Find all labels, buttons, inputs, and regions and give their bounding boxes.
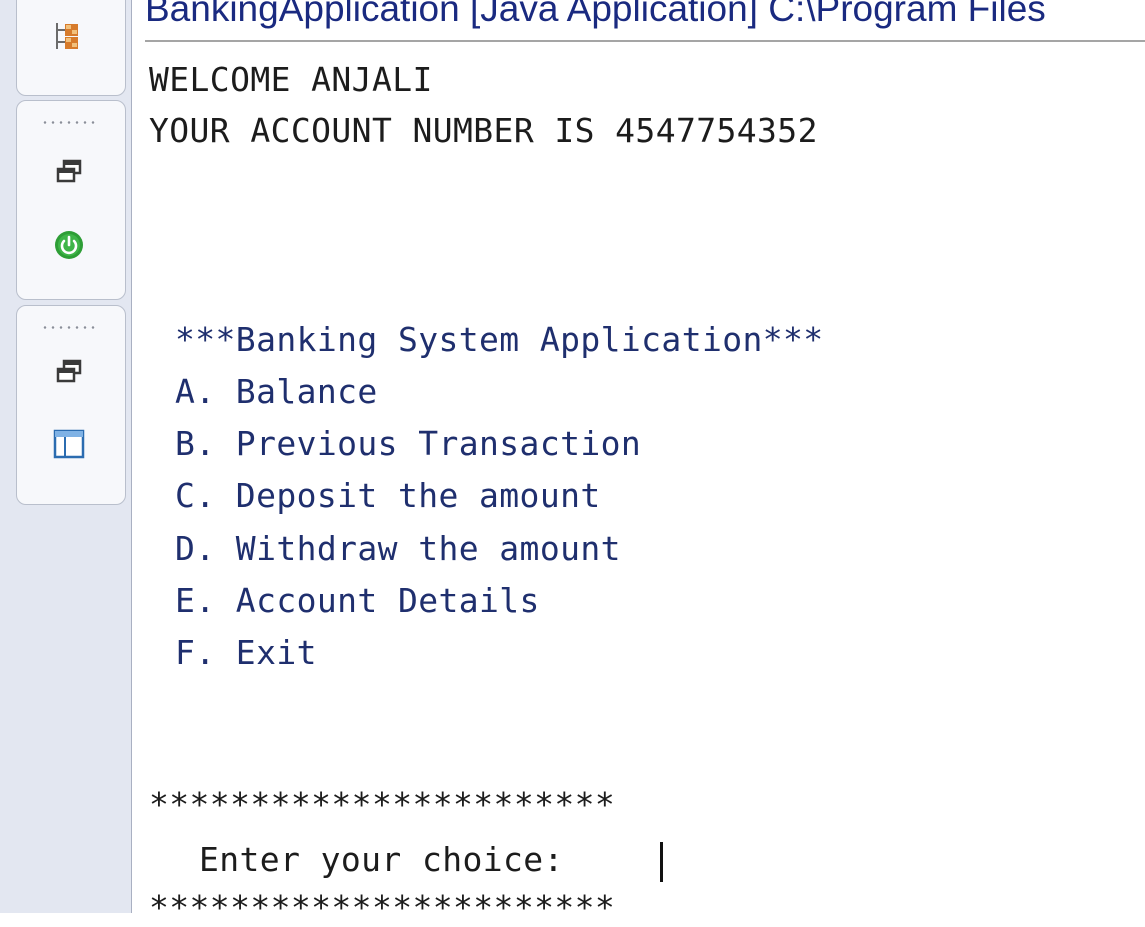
text-cursor[interactable]	[660, 842, 663, 882]
console-header: BankingApplication [Java Application] C:…	[145, 0, 1145, 42]
menu-item-account-details: E. Account Details	[175, 581, 540, 620]
trim-group-top	[16, 0, 126, 96]
trim-group-middle	[16, 100, 126, 300]
console-title: BankingApplication [Java Application] C:…	[145, 0, 1046, 29]
menu-item-withdraw: D. Withdraw the amount	[175, 529, 621, 568]
menu-item-previous-transaction: B. Previous Transaction	[175, 424, 642, 463]
hierarchy-icon[interactable]	[53, 21, 85, 53]
drag-grip[interactable]	[41, 121, 97, 124]
menu-item-balance: A. Balance	[175, 372, 378, 411]
welcome-line: WELCOME ANJALI	[149, 60, 433, 99]
separator-bottom: ***********************	[149, 888, 616, 927]
menu-title: ***Banking System Application***	[175, 320, 824, 359]
prompt-line: Enter your choice:	[199, 840, 585, 879]
left-trim-stack	[0, 0, 132, 913]
account-number-line: YOUR ACCOUNT NUMBER IS 4547754352	[149, 111, 818, 150]
restore-icon[interactable]	[53, 156, 85, 188]
console-view[interactable]: BankingApplication [Java Application] C:…	[133, 0, 1145, 927]
menu-item-deposit: C. Deposit the amount	[175, 476, 601, 515]
trim-group-bottom	[16, 305, 126, 505]
menu-item-exit: F. Exit	[175, 633, 317, 672]
restore-icon[interactable]	[53, 356, 85, 388]
drag-grip[interactable]	[41, 326, 97, 329]
window-layout-icon[interactable]	[53, 428, 85, 460]
separator-top: ***********************	[149, 785, 616, 824]
spring-boot-icon[interactable]	[53, 229, 85, 261]
